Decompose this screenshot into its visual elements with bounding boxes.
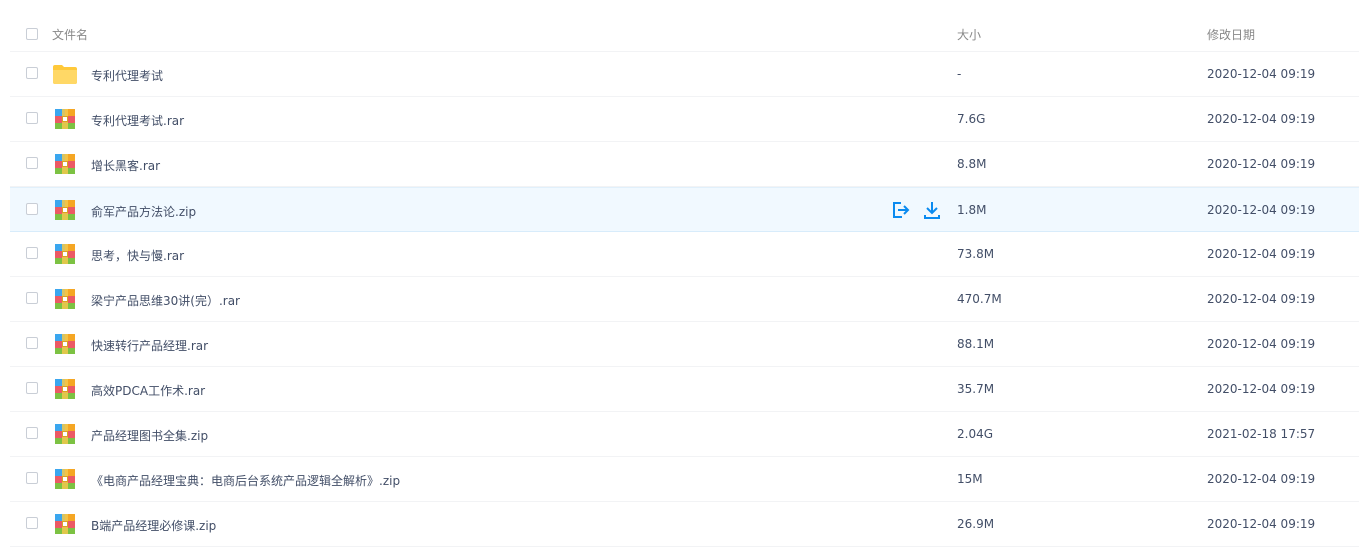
archive-icon bbox=[54, 423, 78, 445]
file-modified-date: 2020-12-04 09:19 bbox=[1207, 247, 1316, 261]
file-name-link[interactable]: B端产品经理必修课.zip bbox=[91, 517, 216, 534]
file-row[interactable]: B端产品经理必修课.zip 26.9M 2020-12-04 09:19 bbox=[10, 502, 1359, 547]
archive-icon bbox=[54, 108, 78, 130]
name-column-header[interactable]: 文件名 bbox=[52, 26, 88, 43]
file-size: 2.04G bbox=[957, 427, 994, 441]
file-modified-date: 2020-12-04 09:19 bbox=[1207, 157, 1316, 171]
file-size: 470.7M bbox=[957, 292, 1002, 306]
file-modified-date: 2020-12-04 09:19 bbox=[1207, 112, 1316, 126]
list-header: 文件名 大小 修改日期 bbox=[10, 0, 1359, 52]
file-list: 文件名 大小 修改日期 专利代理考试 -2020-12-04 09:19 专利代理考… bbox=[0, 0, 1359, 547]
archive-icon bbox=[54, 199, 78, 221]
file-row[interactable]: 快速转行产品经理.rar 88.1M 2020-12-04 09:19 bbox=[10, 322, 1359, 367]
file-row[interactable]: 思考，快与慢.rar 73.8M 2020-12-04 09:19 bbox=[10, 232, 1359, 277]
row-actions bbox=[890, 200, 942, 220]
file-name-link[interactable]: 俞军产品方法论.zip bbox=[91, 203, 196, 220]
file-name-link[interactable]: 增长黑客.rar bbox=[91, 157, 160, 174]
row-checkbox[interactable] bbox=[26, 203, 38, 215]
archive-icon bbox=[54, 288, 78, 310]
row-checkbox[interactable] bbox=[26, 472, 38, 484]
select-all-checkbox[interactable] bbox=[26, 28, 38, 40]
file-name-link[interactable]: 专利代理考试 bbox=[91, 67, 163, 84]
row-checkbox[interactable] bbox=[26, 517, 38, 529]
file-row[interactable]: 专利代理考试.rar 7.6G 2020-12-04 09:19 bbox=[10, 97, 1359, 142]
archive-icon bbox=[54, 468, 78, 490]
date-column-header[interactable]: 修改日期 bbox=[1207, 26, 1255, 43]
file-size: 7.6G bbox=[957, 112, 986, 126]
row-checkbox[interactable] bbox=[26, 67, 38, 79]
file-name-link[interactable]: 快速转行产品经理.rar bbox=[91, 337, 208, 354]
file-row[interactable]: 增长黑客.rar 8.8M 2020-12-04 09:19 bbox=[10, 142, 1359, 187]
download-icon[interactable] bbox=[922, 200, 942, 220]
file-row[interactable]: 俞军产品方法论.zip 1.8M 2020-12-04 09:19 bbox=[10, 187, 1359, 232]
file-name-link[interactable]: 高效PDCA工作术.rar bbox=[91, 382, 205, 399]
archive-icon bbox=[54, 153, 78, 175]
row-checkbox[interactable] bbox=[26, 112, 38, 124]
archive-icon bbox=[54, 243, 78, 265]
row-checkbox[interactable] bbox=[26, 427, 38, 439]
file-name-link[interactable]: 《电商产品经理宝典：电商后台系统产品逻辑全解析》.zip bbox=[91, 472, 400, 489]
file-size: 1.8M bbox=[957, 203, 987, 217]
file-row[interactable]: 高效PDCA工作术.rar 35.7M 2020-12-04 09:19 bbox=[10, 367, 1359, 412]
file-modified-date: 2021-02-18 17:57 bbox=[1207, 427, 1316, 441]
file-modified-date: 2020-12-04 09:19 bbox=[1207, 67, 1316, 81]
row-checkbox[interactable] bbox=[26, 337, 38, 349]
file-size: 73.8M bbox=[957, 247, 995, 261]
file-modified-date: 2020-12-04 09:19 bbox=[1207, 472, 1316, 486]
file-size: 35.7M bbox=[957, 382, 995, 396]
file-name-link[interactable]: 专利代理考试.rar bbox=[91, 112, 184, 129]
file-name-link[interactable]: 产品经理图书全集.zip bbox=[91, 427, 208, 444]
row-checkbox[interactable] bbox=[26, 292, 38, 304]
file-size: 15M bbox=[957, 472, 983, 486]
row-checkbox[interactable] bbox=[26, 382, 38, 394]
file-size: 88.1M bbox=[957, 337, 995, 351]
file-row[interactable]: 梁宁产品思维30讲(完）.rar 470.7M 2020-12-04 09:19 bbox=[10, 277, 1359, 322]
share-icon[interactable] bbox=[890, 200, 910, 220]
file-row[interactable]: 专利代理考试 - 2020-12-04 09:19 bbox=[10, 52, 1359, 97]
file-modified-date: 2020-12-04 09:19 bbox=[1207, 337, 1316, 351]
archive-icon bbox=[54, 378, 78, 400]
file-modified-date: 2020-12-04 09:19 bbox=[1207, 203, 1316, 217]
file-size: 8.8M bbox=[957, 157, 987, 171]
file-name-link[interactable]: 梁宁产品思维30讲(完）.rar bbox=[91, 292, 240, 309]
file-modified-date: 2020-12-04 09:19 bbox=[1207, 382, 1316, 396]
file-row[interactable]: 《电商产品经理宝典：电商后台系统产品逻辑全解析》.zip 15M 2020-12-0… bbox=[10, 457, 1359, 502]
row-checkbox[interactable] bbox=[26, 157, 38, 169]
file-size: 26.9M bbox=[957, 517, 995, 531]
row-checkbox[interactable] bbox=[26, 247, 38, 259]
file-row[interactable]: 产品经理图书全集.zip 2.04G 2021-02-18 17:57 bbox=[10, 412, 1359, 457]
size-column-header[interactable]: 大小 bbox=[957, 26, 981, 43]
folder-icon bbox=[52, 63, 78, 85]
file-name-link[interactable]: 思考，快与慢.rar bbox=[91, 247, 184, 264]
archive-icon bbox=[54, 333, 78, 355]
file-modified-date: 2020-12-04 09:19 bbox=[1207, 517, 1316, 531]
file-size: - bbox=[957, 67, 962, 81]
archive-icon bbox=[54, 513, 78, 535]
file-modified-date: 2020-12-04 09:19 bbox=[1207, 292, 1316, 306]
